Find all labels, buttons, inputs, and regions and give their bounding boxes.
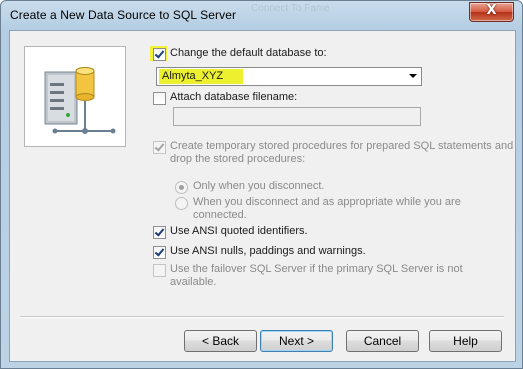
default-db-value: Almyta_XYZ	[162, 70, 224, 82]
change-default-db-checkbox[interactable]	[153, 48, 166, 61]
failover-line2: available.	[170, 276, 217, 288]
failover-option: Use the failover SQL Server if the prima…	[153, 263, 463, 289]
change-default-db-option[interactable]: Change the default database to:	[153, 47, 327, 61]
server-illustration	[24, 46, 126, 147]
database-server-icon	[44, 67, 116, 134]
temp-procs-label-line2: drop the stored procedures:	[170, 153, 306, 165]
button-divider	[20, 316, 504, 318]
failover-label: Use the failover SQL Server if the prima…	[170, 263, 463, 289]
ansi-nulls-option[interactable]: Use ANSI nulls, paddings and warnings.	[153, 245, 366, 259]
radio-when-and-line2: connected.	[193, 209, 247, 221]
change-default-db-label: Change the default database to:	[170, 47, 327, 59]
radio-only-when-option: Only when you disconnect.	[175, 180, 324, 194]
next-button[interactable]: Next >	[260, 330, 333, 352]
failover-checkbox	[153, 264, 166, 277]
radio-when-and-line1: When you disconnect and as appropriate w…	[193, 196, 461, 208]
ansi-nulls-label: Use ANSI nulls, paddings and warnings.	[170, 245, 366, 257]
ansi-nulls-checkbox[interactable]	[153, 246, 166, 259]
attach-db-label: Attach database filename:	[170, 91, 298, 103]
radio-when-and	[175, 197, 188, 210]
title-bar: Create a New Data Source to SQL Server C…	[1, 1, 522, 29]
radio-when-and-option: When you disconnect and as appropriate w…	[175, 196, 461, 222]
help-button[interactable]: Help	[429, 330, 502, 352]
temp-procs-checkbox	[153, 141, 166, 154]
attach-db-checkbox[interactable]	[153, 92, 166, 105]
temp-procs-option: Create temporary stored procedures for p…	[153, 140, 513, 166]
temp-procs-label-line1: Create temporary stored procedures for p…	[170, 140, 514, 152]
attach-db-filename-field[interactable]	[173, 107, 421, 126]
chevron-down-icon[interactable]	[409, 74, 417, 78]
failover-line1: Use the failover SQL Server if the prima…	[170, 263, 463, 275]
radio-only-when-label: Only when you disconnect.	[193, 180, 325, 192]
ansi-quoted-option[interactable]: Use ANSI quoted identifiers.	[153, 225, 308, 239]
window-title: Create a New Data Source to SQL Server	[10, 8, 237, 22]
background-window-title: Connect To Fame	[251, 3, 330, 14]
radio-only-when	[175, 181, 188, 194]
back-button[interactable]: < Back	[184, 330, 257, 352]
ansi-quoted-label: Use ANSI quoted identifiers.	[170, 225, 308, 237]
close-icon: X	[486, 3, 497, 18]
dialog-window: Create a New Data Source to SQL Server C…	[0, 0, 523, 369]
dialog-content: Change the default database to: Almyta_X…	[9, 30, 516, 362]
attach-db-option[interactable]: Attach database filename:	[153, 91, 297, 105]
default-db-select[interactable]: Almyta_XYZ	[156, 67, 422, 86]
temp-procs-label: Create temporary stored procedures for p…	[170, 140, 513, 166]
cancel-button[interactable]: Cancel	[346, 330, 419, 352]
ansi-quoted-checkbox[interactable]	[153, 226, 166, 239]
close-button[interactable]: X	[469, 2, 514, 22]
radio-when-and-label: When you disconnect and as appropriate w…	[193, 196, 461, 222]
